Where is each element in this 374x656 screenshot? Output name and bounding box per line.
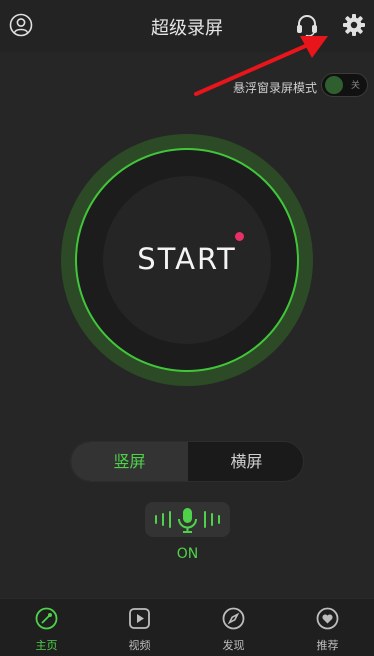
- start-label[interactable]: START: [75, 242, 299, 276]
- nav-label-video: 视频: [128, 639, 151, 652]
- floating-mode-label: 悬浮窗录屏模式: [233, 81, 318, 95]
- toggle-state-text: 关: [351, 81, 361, 91]
- nav-item-home[interactable]: 主页: [0, 599, 93, 656]
- nav-item-recommend[interactable]: 推荐: [281, 599, 374, 656]
- gear-icon[interactable]: [342, 13, 366, 37]
- toggle-knob: [325, 76, 343, 94]
- landscape-option[interactable]: 横屏: [188, 442, 303, 481]
- microphone-status: ON: [176, 546, 199, 562]
- bottom-navigation: 主页 视频 发现 推荐: [0, 598, 374, 656]
- nav-label-home: 主页: [35, 639, 58, 652]
- heart-icon: [316, 607, 339, 630]
- nav-label-recommend: 推荐: [316, 639, 339, 652]
- user-circle-icon[interactable]: [9, 13, 33, 37]
- video-play-icon: [129, 608, 150, 629]
- nav-item-video[interactable]: 视频: [93, 599, 186, 656]
- portrait-option[interactable]: 竖屏: [71, 442, 188, 481]
- compass-icon: [222, 607, 245, 630]
- microphone-toggle[interactable]: [145, 502, 230, 537]
- nav-item-discover[interactable]: 发现: [187, 599, 280, 656]
- home-dial-icon: [35, 607, 58, 630]
- nav-label-discover: 发现: [222, 639, 245, 652]
- floating-mode-toggle[interactable]: 关: [321, 73, 368, 97]
- record-indicator-dot: [235, 232, 244, 241]
- orientation-segmented-control: 竖屏 横屏: [70, 441, 304, 482]
- microphone-icon: [155, 508, 220, 533]
